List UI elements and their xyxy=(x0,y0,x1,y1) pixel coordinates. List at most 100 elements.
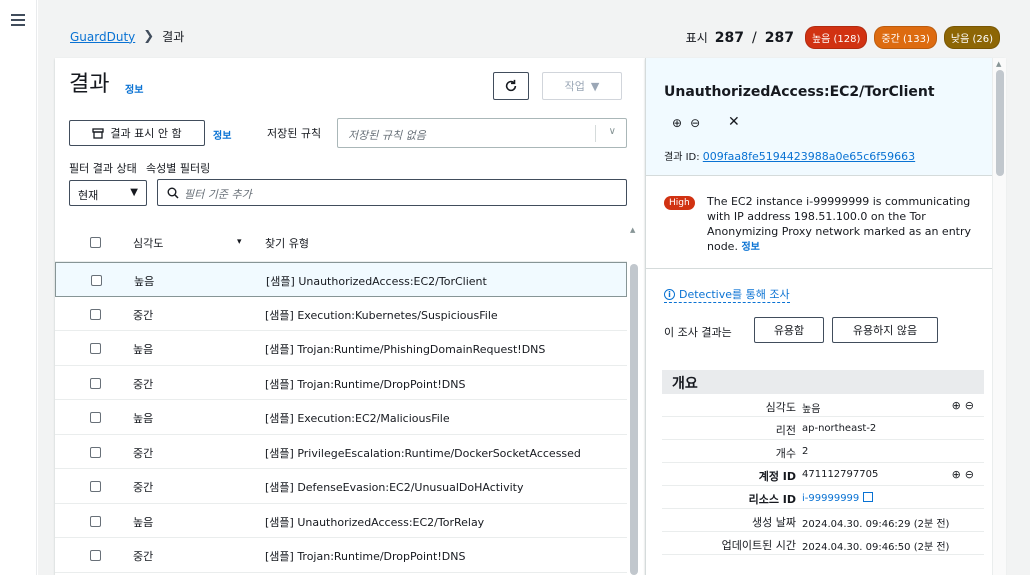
row-checkbox[interactable] xyxy=(90,550,101,561)
medium-count-badge[interactable]: 중간 (133) xyxy=(874,26,937,49)
side-nav-rail xyxy=(0,0,37,575)
overview-value-text: i-99999999 xyxy=(802,493,860,504)
overview-value: 2 xyxy=(802,446,808,457)
finding-state-select[interactable]: 현재 ▼ xyxy=(69,180,147,206)
row-severity: 중간 xyxy=(133,550,154,563)
table-row[interactable]: 중간 [샘플] DefenseEvasion:EC2/UnusualDoHActi… xyxy=(55,469,627,504)
row-checkbox[interactable] xyxy=(90,412,101,423)
row-checkbox[interactable] xyxy=(91,275,102,286)
overview-zoom: ⊕ ⊖ xyxy=(952,468,974,481)
caret-down-icon: ▼ xyxy=(130,187,138,198)
description-info-link[interactable]: 정보 xyxy=(741,242,759,253)
breadcrumb-current: 결과 xyxy=(162,30,185,44)
attribute-filter-label: 속성별 필터링 xyxy=(146,162,211,175)
table-row[interactable]: 중간 [샘플] Trojan:Runtime/DropPoint!DNS xyxy=(55,538,627,573)
zoom-out-icon[interactable]: ⊖ xyxy=(690,116,700,130)
filter-input[interactable]: 필터 기준 추가 xyxy=(157,179,627,206)
severity-column-header[interactable]: 심각도 xyxy=(133,235,163,251)
zoom-in-icon[interactable]: ⊕ xyxy=(952,468,961,481)
row-finding-type[interactable]: [샘플] Trojan:Runtime/PhishingDomainReques… xyxy=(265,341,545,357)
finding-id: 결과 ID: 009faa8fe5194423988a0e65c6f59663 xyxy=(664,148,915,163)
row-severity: 높음 xyxy=(133,412,154,425)
finding-id-link[interactable]: 009faa8fe5194423988a0e65c6f59663 xyxy=(703,150,915,163)
menu-icon[interactable] xyxy=(11,14,25,26)
finding-description: High The EC2 instance i-99999999 is comm… xyxy=(664,194,984,255)
row-checkbox[interactable] xyxy=(90,308,101,320)
scroll-up-icon[interactable]: ▲ xyxy=(996,60,1001,68)
row-severity: 중간 xyxy=(133,308,154,322)
not-useful-button[interactable]: 유용하지 않음 xyxy=(832,317,938,343)
table-row[interactable]: 높음 [샘플] UnauthorizedAccess:EC2/TorClient xyxy=(55,262,627,297)
top-bar: GuardDuty ❯ 결과 표시 287 / 287 높음 (128) 중간 … xyxy=(38,0,1030,62)
overview-value: 높음 xyxy=(802,400,820,415)
filter-state-label: 필터 결과 상태 xyxy=(69,162,137,175)
table-row[interactable]: 중간 [샘플] PrivilegeEscalation:Runtime/Docke… xyxy=(55,434,627,469)
hide-findings-button[interactable]: 결과 표시 안 함 xyxy=(69,120,205,146)
finding-type-column-header[interactable]: 찾기 유형 xyxy=(265,235,309,251)
overview-value[interactable]: i-99999999 xyxy=(802,492,874,504)
table-row[interactable]: 중간 [샘플] Trojan:Runtime/DropPoint!DNS xyxy=(55,365,627,400)
overview-value-text: 471112797705 xyxy=(802,469,879,480)
row-severity: 중간 xyxy=(133,377,154,391)
row-severity: 높음 xyxy=(133,343,154,356)
table-row[interactable]: 높음 [샘플] Trojan:Runtime/PhishingDomainRequ… xyxy=(55,331,627,366)
row-checkbox[interactable] xyxy=(90,343,101,354)
select-all-checkbox[interactable] xyxy=(90,237,101,248)
detail-scrollbar[interactable]: ▲ xyxy=(992,58,1006,575)
saved-rules-select[interactable]: 저장된 규칙 없음 ∨ xyxy=(337,118,627,148)
table-row[interactable]: 높음 [샘플] Execution:EC2/MaliciousFile xyxy=(55,400,627,435)
overview-key: 리소스 ID xyxy=(748,493,796,506)
row-checkbox[interactable] xyxy=(90,481,101,492)
filter-placeholder: 필터 기준 추가 xyxy=(184,188,252,201)
refresh-button[interactable] xyxy=(493,72,529,100)
breadcrumb-guardduty-link[interactable]: GuardDuty xyxy=(70,30,135,44)
saved-rules-placeholder: 저장된 규칙 없음 xyxy=(348,129,426,142)
zoom-out-icon[interactable]: ⊖ xyxy=(965,399,974,412)
table-row[interactable]: 중간 [샘플] Execution:Kubernetes/SuspiciousFi… xyxy=(55,296,627,331)
row-severity: 중간 xyxy=(133,446,154,460)
overview-row: 리소스 ID i-99999999 xyxy=(662,487,984,509)
scrollbar-thumb[interactable] xyxy=(630,264,638,575)
row-finding-type[interactable]: [샘플] Execution:Kubernetes/SuspiciousFile xyxy=(265,307,498,323)
table-scrollbar[interactable]: ▲ xyxy=(627,220,641,575)
severity-high-badge: High xyxy=(664,196,695,210)
row-finding-type[interactable]: [샘플] UnauthorizedAccess:EC2/TorClient xyxy=(266,273,487,289)
overview-row: 생성 날짜 2024.04.30. 09:46:29 (2분 전) xyxy=(662,510,984,532)
findings-info-link[interactable]: 정보 xyxy=(125,81,143,96)
overview-value-text: ap-northeast-2 xyxy=(802,423,877,434)
overview-value: 2024.04.30. 09:46:50 (2분 전) xyxy=(802,538,949,553)
table-header: 심각도 ▾ 찾기 유형 xyxy=(55,220,627,262)
detective-investigate-link[interactable]: i Detective를 통해 조사 xyxy=(664,286,790,303)
finding-id-label: 결과 ID: xyxy=(664,152,703,163)
zoom-in-icon[interactable]: ⊕ xyxy=(672,116,682,130)
low-count-badge[interactable]: 낮음 (26) xyxy=(943,26,1000,49)
row-checkbox[interactable] xyxy=(90,377,101,389)
overview-value-text: 높음 xyxy=(802,404,821,415)
hide-info-link[interactable]: 정보 xyxy=(213,127,231,142)
useful-button[interactable]: 유용함 xyxy=(754,317,824,343)
sort-descending-icon[interactable]: ▾ xyxy=(237,237,242,247)
row-checkbox[interactable] xyxy=(90,446,101,458)
zoom-in-icon[interactable]: ⊕ xyxy=(952,399,961,412)
scroll-up-icon[interactable]: ▲ xyxy=(630,226,635,234)
divider xyxy=(646,268,992,269)
archive-icon xyxy=(92,127,105,139)
scrollbar-thumb[interactable] xyxy=(996,70,1004,176)
findings-count: 표시 287 / 287 높음 (128) 중간 (133) 낮음 (26) xyxy=(686,26,1000,49)
breadcrumb: GuardDuty ❯ 결과 xyxy=(70,28,184,45)
high-count-badge[interactable]: 높음 (128) xyxy=(804,26,868,49)
row-finding-type[interactable]: [샘플] Trojan:Runtime/DropPoint!DNS xyxy=(265,548,465,564)
external-link-icon[interactable] xyxy=(863,492,874,502)
zoom-out-icon[interactable]: ⊖ xyxy=(965,468,974,481)
row-finding-type[interactable]: [샘플] Trojan:Runtime/DropPoint!DNS xyxy=(265,376,465,392)
table-body: 높음 [샘플] UnauthorizedAccess:EC2/TorClient 중… xyxy=(55,262,627,573)
row-finding-type[interactable]: [샘플] Execution:EC2/MaliciousFile xyxy=(265,410,450,426)
table-row[interactable]: 높음 [샘플] UnauthorizedAccess:EC2/TorRelay xyxy=(55,503,627,538)
close-icon[interactable]: ✕ xyxy=(728,114,740,130)
row-checkbox[interactable] xyxy=(90,515,101,527)
count-label: 표시 xyxy=(685,31,708,45)
row-finding-type[interactable]: [샘플] UnauthorizedAccess:EC2/TorRelay xyxy=(265,514,484,530)
row-finding-type[interactable]: [샘플] DefenseEvasion:EC2/UnusualDoHActivi… xyxy=(265,479,524,495)
actions-button[interactable]: 작업 ▼ xyxy=(542,72,622,100)
row-finding-type[interactable]: [샘플] PrivilegeEscalation:Runtime/DockerS… xyxy=(265,445,581,461)
